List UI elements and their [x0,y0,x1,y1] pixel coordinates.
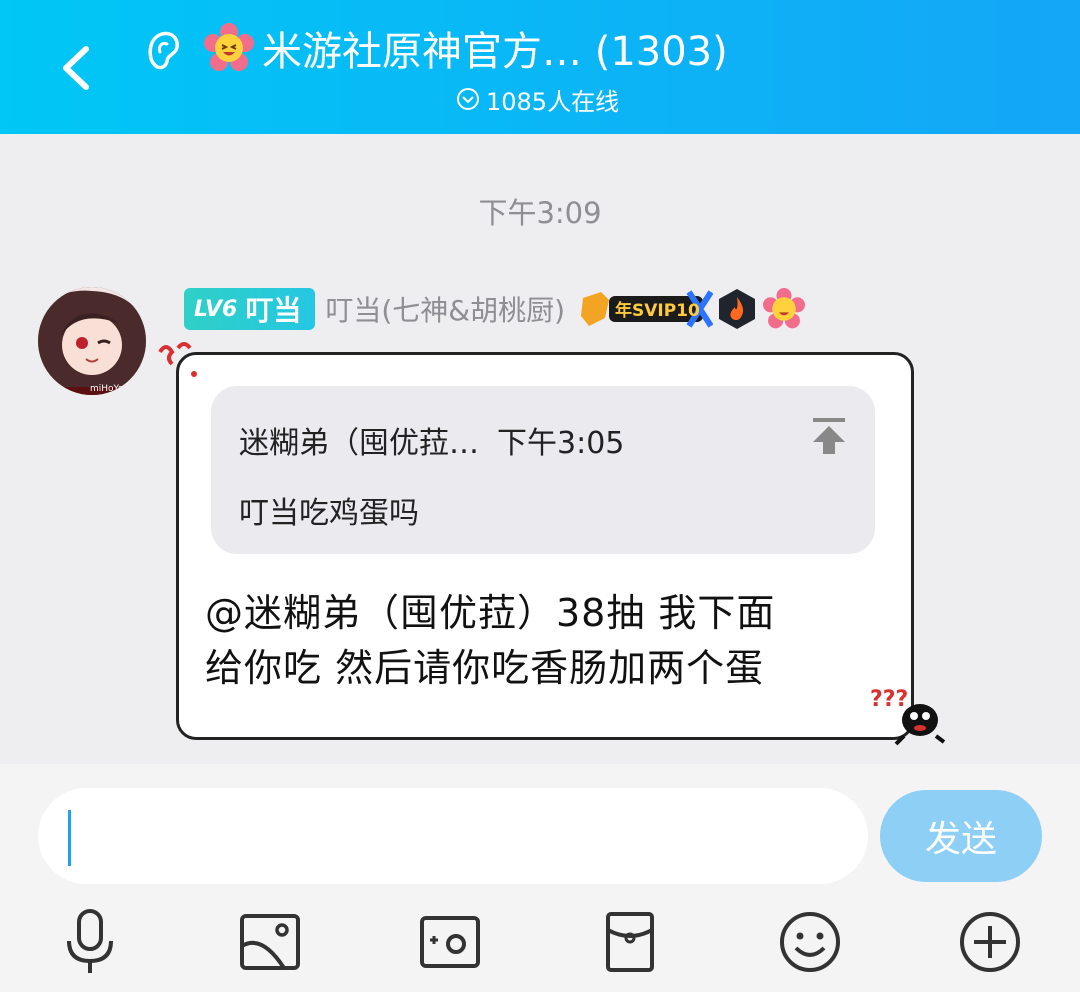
avatar[interactable]: miHoYo [38,287,146,395]
quote-text: 叮当吃鸡蛋吗 [239,496,419,531]
svg-text:miHoYo: miHoYo [90,384,124,394]
message-timestamp: 下午3:09 [478,196,602,230]
sender-info: LV6 叮当 叮当(七神&胡桃厨) 年SVIP10 [184,287,806,331]
avatar-image: miHoYo [38,287,146,395]
ear-icon [148,31,179,70]
jump-to-top-icon[interactable] [809,414,849,456]
microphone-icon [67,909,113,973]
message-input[interactable] [38,788,868,884]
chat-header: 米游社原神官方… (1303) 1085人在线 [0,0,1080,134]
voice-button[interactable] [52,904,128,980]
message-line-2: 给你吃 然后请你吃香肠加两个蛋 [205,646,765,690]
chevron-down-circle-icon [457,88,479,110]
bubble-sticker-decoration-icon [158,342,197,377]
online-count[interactable]: 1085人在线 [456,82,619,116]
group-name: 米游社原神官方… (1303) [262,29,728,75]
flame-badge-icon[interactable] [715,287,759,331]
red-packet-icon [606,912,654,972]
sender-nickname[interactable]: 叮当(七神&胡桃厨) [325,289,565,329]
quote-author: 迷糊弟（囤优菈… [239,426,479,461]
text-caret [68,810,71,866]
image-icon [240,914,300,970]
quoted-message[interactable]: 迷糊弟（囤优菈… 下午3:05 叮当吃鸡蛋吗 [211,386,875,554]
camera-button[interactable] [412,904,488,980]
image-button[interactable] [232,904,308,980]
flower-emoji-icon [204,23,254,71]
quote-time: 下午3:05 [497,426,625,461]
member-level-badge: LV6 叮当 [184,288,316,330]
red-packet-button[interactable] [592,904,668,980]
back-button[interactable] [48,36,104,100]
camera-icon [420,916,480,968]
svip-badge[interactable]: 年SVIP10 [579,288,714,330]
message-line-1: @迷糊弟（囤优菈）38抽 我下面 [205,591,776,635]
ear-mode-button[interactable] [140,24,186,74]
input-bar: 发送 [0,764,1080,992]
more-button[interactable] [952,904,1028,980]
send-button[interactable]: 发送 [880,790,1042,882]
level-number: LV6 [194,296,238,322]
flower-emoji-badge-icon[interactable] [763,288,806,330]
quote-header: 迷糊弟（囤优菈… 下午3:05 [239,418,624,462]
level-title: 叮当 [245,294,302,327]
plus-icon [960,912,1020,972]
emoji-icon [780,912,840,972]
online-count-label: 1085人在线 [486,87,620,116]
svip-badge-text: 年SVIP10 [615,300,700,321]
message-text: @迷糊弟（囤优菈）38抽 我下面 给你吃 然后请你吃香肠加两个蛋 [205,586,885,696]
chevron-left-icon [63,46,89,90]
group-title[interactable]: 米游社原神官方… (1303) [204,20,728,76]
emoji-button[interactable] [772,904,848,980]
